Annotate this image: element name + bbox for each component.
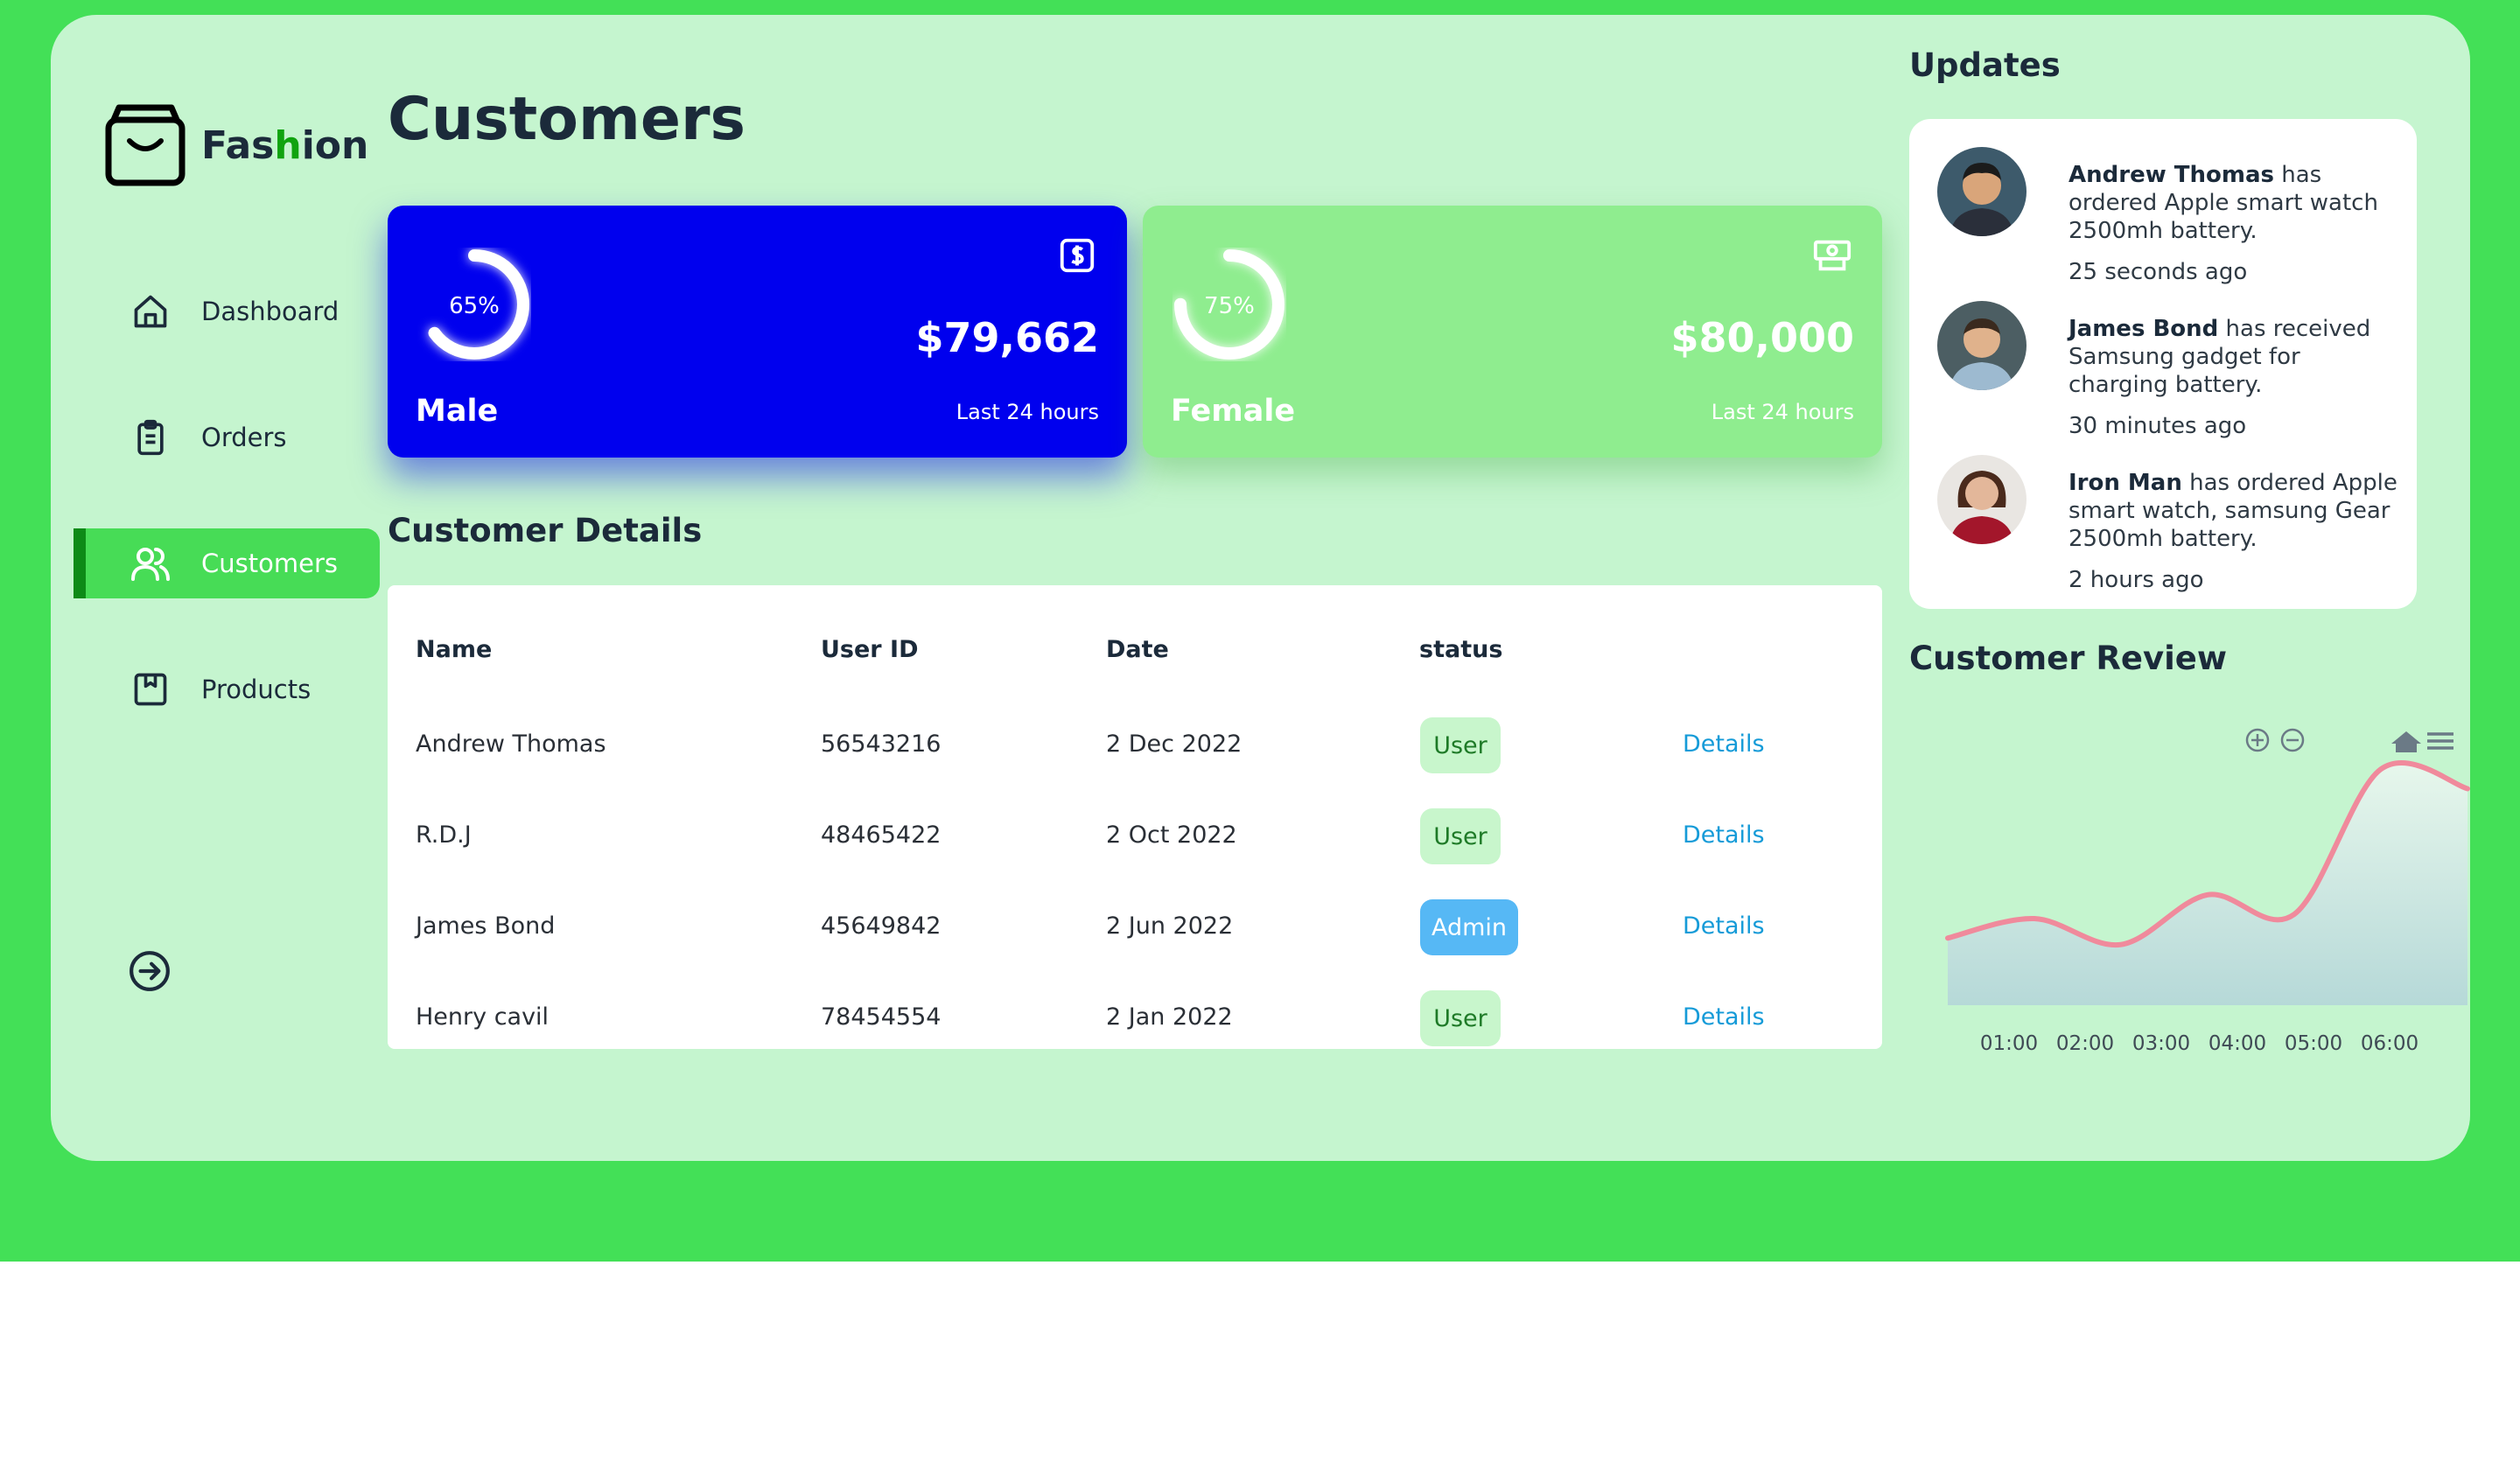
- cell-name: Andrew Thomas: [416, 731, 606, 758]
- x-tick-label: 06:00: [2361, 1032, 2418, 1055]
- x-tick-label: 01:00: [1980, 1032, 2038, 1055]
- logout-button[interactable]: [128, 949, 172, 993]
- card-label: Male: [416, 394, 499, 429]
- card-value: $80,000: [1670, 314, 1854, 361]
- column-header-name: Name: [416, 636, 493, 663]
- update-time: 25 seconds ago: [2068, 259, 2248, 285]
- page-title: Customers: [388, 85, 746, 154]
- sidebar-item-dashboard[interactable]: Dashboard: [74, 276, 380, 346]
- users-icon: [130, 542, 172, 584]
- package-icon: [130, 668, 172, 710]
- home-icon: [130, 290, 172, 332]
- cell-date: 2 Jan 2022: [1106, 1003, 1233, 1031]
- update-item: Andrew Thomas has ordered Apple smart wa…: [1937, 147, 2401, 287]
- cell-date: 2 Oct 2022: [1106, 821, 1237, 849]
- card-value: $79,662: [915, 314, 1099, 361]
- cell-name: James Bond: [416, 912, 556, 940]
- update-text: Iron Man has ordered Apple smart watch, …: [2068, 470, 2398, 552]
- cell-date: 2 Jun 2022: [1106, 912, 1234, 940]
- status-badge: User: [1420, 808, 1501, 864]
- status-badge: User: [1420, 990, 1501, 1046]
- sidebar-item-label: Orders: [201, 423, 287, 452]
- sidebar-item-orders[interactable]: Orders: [74, 402, 380, 472]
- sidebar-item-label: Customers: [201, 549, 338, 578]
- x-tick-label: 02:00: [2056, 1032, 2114, 1055]
- avatar: [1937, 301, 2026, 390]
- cell-user-id: 56543216: [821, 731, 942, 758]
- dollar-icon: [1060, 238, 1095, 273]
- details-link[interactable]: Details: [1683, 821, 1765, 849]
- avatar: [1937, 455, 2026, 544]
- menu-icon[interactable]: [2427, 732, 2454, 750]
- column-header-status: status: [1419, 636, 1503, 663]
- status-badge: User: [1420, 717, 1501, 773]
- sidebar-item-label: Products: [201, 675, 312, 704]
- cell-date: 2 Dec 2022: [1106, 731, 1242, 758]
- update-text: Andrew Thomas has ordered Apple smart wa…: [2068, 162, 2378, 244]
- column-header-date: Date: [1106, 636, 1169, 663]
- customer-details-title: Customer Details: [388, 512, 703, 549]
- cell-user-id: 48465422: [821, 821, 942, 849]
- zoom-in-icon[interactable]: [2245, 728, 2270, 752]
- zoom-out-icon[interactable]: [2280, 728, 2305, 752]
- x-tick-label: 03:00: [2132, 1032, 2190, 1055]
- percent-label: 75%: [1204, 293, 1255, 319]
- clipboard-icon: [130, 416, 172, 458]
- details-link[interactable]: Details: [1683, 912, 1765, 940]
- sidebar-item-label: Dashboard: [201, 297, 340, 326]
- review-chart-svg: 01:00 02:00 03:00 04:00 05:00 06:00: [1945, 728, 2470, 1055]
- customer-review-title: Customer Review: [1909, 640, 2228, 677]
- cell-user-id: 78454554: [821, 1003, 942, 1031]
- brand-logo[interactable]: Fashion: [103, 102, 368, 188]
- review-chart: 01:00 02:00 03:00 04:00 05:00 06:00: [1932, 719, 2474, 1069]
- cell-name: R.D.J: [416, 821, 472, 849]
- update-text: James Bond has received Samsung gadget f…: [2068, 316, 2371, 398]
- card-subtitle: Last 24 hours: [1711, 400, 1854, 424]
- x-axis: 01:00 02:00 03:00 04:00 05:00 06:00: [1980, 1032, 2418, 1055]
- x-tick-label: 04:00: [2208, 1032, 2266, 1055]
- card-label: Female: [1171, 394, 1296, 429]
- x-tick-label: 05:00: [2285, 1032, 2342, 1055]
- percent-label: 65%: [449, 293, 500, 319]
- sign-out-icon: [130, 951, 170, 991]
- details-link[interactable]: Details: [1683, 731, 1765, 758]
- avatar: [1937, 147, 2026, 236]
- money-icon: [1813, 240, 1852, 271]
- updates-title: Updates: [1909, 46, 2061, 84]
- cell-name: Henry cavil: [416, 1003, 550, 1031]
- update-item: James Bond has received Samsung gadget f…: [1937, 301, 2401, 441]
- update-time: 2 hours ago: [2068, 567, 2204, 593]
- male-stat-card[interactable]: 65% Male $79,662 Last 24 hours: [388, 206, 1127, 458]
- card-subtitle: Last 24 hours: [956, 400, 1099, 424]
- area-fill: [1948, 762, 2468, 1005]
- details-link[interactable]: Details: [1683, 1003, 1765, 1031]
- female-stat-card[interactable]: 75% Female $80,000 Last 24 hours: [1143, 206, 1882, 458]
- status-badge: Admin: [1420, 899, 1518, 955]
- sidebar-item-customers[interactable]: Customers: [74, 528, 380, 598]
- sidebar-item-products[interactable]: Products: [74, 654, 380, 724]
- app-window: Fashion Dashboard Orders Customers Produ…: [51, 15, 2470, 1161]
- reset-home-icon[interactable]: [2391, 731, 2421, 752]
- updates-card: Andrew Thomas has ordered Apple smart wa…: [1909, 119, 2417, 609]
- cell-user-id: 45649842: [821, 912, 942, 940]
- column-header-user-id: User ID: [821, 636, 919, 663]
- update-item: Iron Man has ordered Apple smart watch, …: [1937, 455, 2401, 595]
- update-time: 30 minutes ago: [2068, 413, 2247, 439]
- customer-table: Name User ID Date status Andrew Thomas 5…: [388, 585, 1882, 1049]
- brand-name: Fashion: [201, 122, 369, 168]
- shopping-bag-icon: [105, 104, 186, 186]
